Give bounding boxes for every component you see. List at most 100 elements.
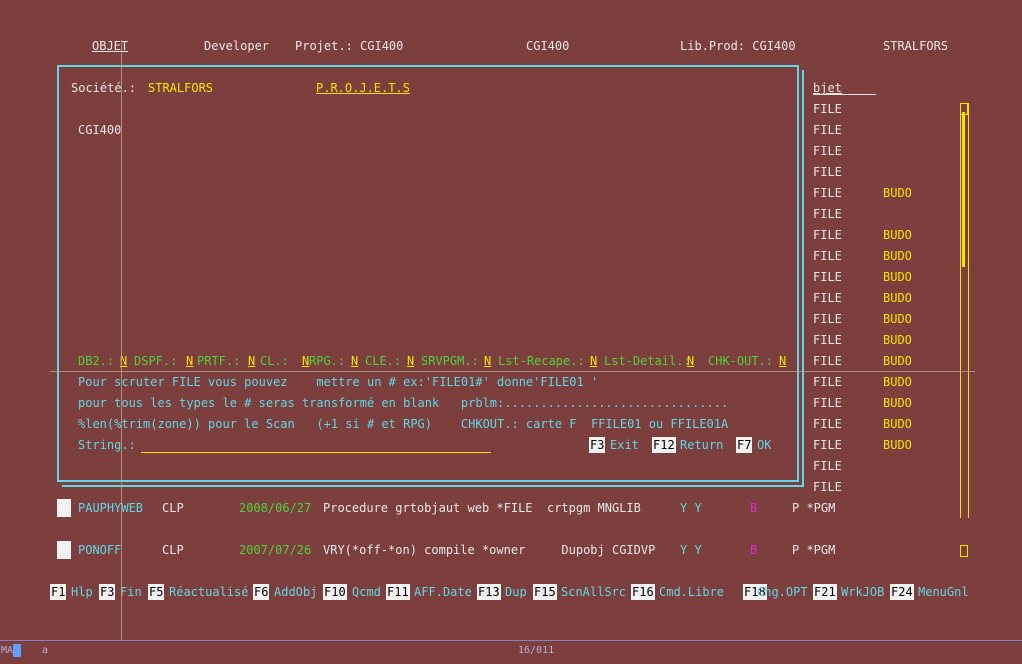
fkey-label[interactable]: ScnAllSrc <box>561 585 626 599</box>
help-line-2: pour tous les types le # seras transform… <box>78 396 729 410</box>
f3-exit-key[interactable]: F3 <box>589 437 606 453</box>
right-row-type: FILE <box>813 123 842 137</box>
lib-prod: Lib.Prod: CGI400 <box>680 39 796 53</box>
fkey-label[interactable]: Dup <box>505 585 527 599</box>
right-row-type: FILE <box>813 312 842 326</box>
fkey-f13[interactable]: F13 <box>477 584 501 600</box>
cursor-column-guide <box>121 40 122 640</box>
f12-return-key[interactable]: F12 <box>652 437 676 453</box>
user-name: Developer <box>204 39 270 53</box>
right-row-type: FILE <box>813 333 842 347</box>
right-row-type: FILE <box>813 102 842 116</box>
f7-ok-key[interactable]: F7 <box>736 437 753 453</box>
right-row-tag: BUDO <box>883 354 912 368</box>
status-input: a <box>42 645 49 656</box>
fkey-f1[interactable]: F1 <box>50 584 67 600</box>
row-attribute: P *PGM <box>792 543 836 557</box>
fkey-label[interactable]: Cmd.Libre <box>659 585 724 599</box>
fkey-f15[interactable]: F15 <box>533 584 557 600</box>
fkey-label[interactable]: Réactualisé <box>169 585 248 599</box>
right-row-tag: BUDO <box>883 396 912 410</box>
fkey-f6[interactable]: F6 <box>253 584 270 600</box>
right-column-header: bjet <box>813 81 842 95</box>
scrollbar-thumb[interactable] <box>962 112 965 267</box>
status-mode: MA <box>1 645 14 656</box>
status-bar-divider <box>0 640 1022 641</box>
flag-label: RPG.: <box>309 354 346 368</box>
right-row-type: FILE <box>813 354 842 368</box>
fkey-label[interactable]: AFF.Date <box>414 585 472 599</box>
fkey-label[interactable]: Fin <box>120 585 142 599</box>
right-row-tag: BUDO <box>883 186 912 200</box>
help-line-3: %len(%trim(zone)) pour le Scan (+1 si # … <box>78 417 729 431</box>
f12-return-label[interactable]: Return <box>680 438 723 452</box>
fkey-f11[interactable]: F11 <box>386 584 410 600</box>
center-project: CGI400 <box>526 39 570 53</box>
cursor-row-guide <box>50 371 975 372</box>
row-object-name: PONOFF <box>78 543 122 557</box>
panel-title: P.R.O.J.E.T.S <box>316 81 410 95</box>
right-column-header-underline <box>813 94 876 95</box>
row-description: Procedure grtobjaut web *FILE crtpgm MNG… <box>323 501 641 515</box>
flag-label: CLE.: <box>365 354 402 368</box>
right-row-type: FILE <box>813 186 842 200</box>
row-date: 2007/07/26 <box>239 543 312 557</box>
fkey-label[interactable]: Qcmd <box>352 585 381 599</box>
row-date: 2008/06/27 <box>239 501 312 515</box>
row-object-type: CLP <box>162 543 184 557</box>
right-row-tag: BUDO <box>883 291 912 305</box>
fkey-label[interactable]: WrkJOB <box>841 585 884 599</box>
flag-label: Lst-Recape.: <box>498 354 585 368</box>
right-row-type: FILE <box>813 165 842 179</box>
right-row-tag: BUDO <box>883 249 912 263</box>
fkey-f21[interactable]: F21 <box>813 584 837 600</box>
flag-value-input[interactable]: N <box>186 354 193 368</box>
row-select-field[interactable] <box>57 541 71 559</box>
f3-exit-label[interactable]: Exit <box>610 438 639 452</box>
right-row-tag: BUDO <box>883 417 912 431</box>
string-label: String.: <box>78 438 136 452</box>
projet-label: Projet.: CGI400 <box>295 39 404 53</box>
right-row-type: FILE <box>813 375 842 389</box>
flag-value-input[interactable]: N <box>484 354 491 368</box>
objet-header: OBJET <box>92 39 129 53</box>
right-row-type: FILE <box>813 417 842 431</box>
flag-value-input[interactable]: N <box>351 354 358 368</box>
row-select-field[interactable] <box>57 499 71 517</box>
flag-value-input[interactable]: N <box>590 354 597 368</box>
row-description: VRY(*off-*on) compile *owner Dupobj CGID… <box>323 543 656 557</box>
flag-label: CL.: <box>260 354 289 368</box>
right-row-type: FILE <box>813 270 842 284</box>
societe-label: Société.: <box>71 81 137 95</box>
scroll-down-icon[interactable] <box>960 545 968 557</box>
fkey-f3[interactable]: F3 <box>99 584 116 600</box>
f7-ok-label[interactable]: OK <box>757 438 771 452</box>
flag-value-input[interactable]: N <box>248 354 255 368</box>
flag-value-input[interactable]: N <box>407 354 414 368</box>
row-mark: B <box>750 543 758 557</box>
fkey-label[interactable]: AddObj <box>274 585 317 599</box>
fkey-f10[interactable]: F10 <box>323 584 347 600</box>
right-row-tag: BUDO <box>883 333 912 347</box>
flag-label: DSPF.: <box>134 354 178 368</box>
flag-label: DB2.: <box>78 354 115 368</box>
right-row-type: FILE <box>813 207 842 221</box>
flag-label: Lst-Detail.: <box>604 354 691 368</box>
fkey-label[interactable]: Chg.OPT <box>757 585 808 599</box>
scroll-up-icon[interactable] <box>960 103 968 115</box>
row-attribute: P *PGM <box>792 501 836 515</box>
row-flags: Y Y <box>680 543 702 557</box>
fkey-label[interactable]: MenuGnl <box>918 585 969 599</box>
fkey-label[interactable]: Hlp <box>71 585 93 599</box>
right-row-type: FILE <box>813 291 842 305</box>
societe-value: STRALFORS <box>148 81 214 95</box>
flag-value-input[interactable]: N <box>687 354 694 368</box>
fkey-f16[interactable]: F16 <box>631 584 655 600</box>
right-row-type: FILE <box>813 438 842 452</box>
right-row-type: FILE <box>813 396 842 410</box>
right-row-tag: BUDO <box>883 228 912 242</box>
fkey-f5[interactable]: F5 <box>148 584 165 600</box>
flag-value-input[interactable]: N <box>779 354 786 368</box>
string-input-underline <box>141 452 491 453</box>
fkey-f24[interactable]: F24 <box>890 584 914 600</box>
